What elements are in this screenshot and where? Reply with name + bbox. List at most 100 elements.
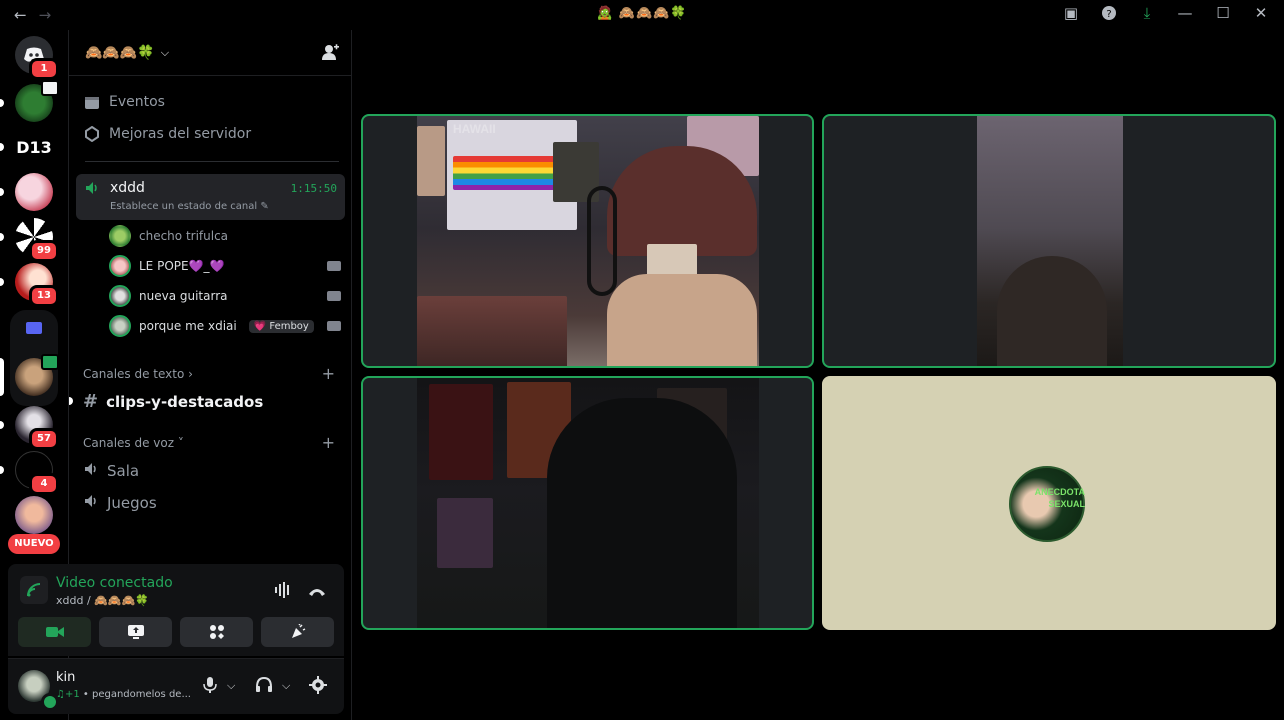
server-icon-red[interactable]: 13 xyxy=(0,263,59,307)
video-camera-icon xyxy=(45,627,64,637)
avatar xyxy=(109,255,131,277)
chevron-down-icon[interactable]: ⌵ xyxy=(227,679,235,693)
chevron-down-icon[interactable]: ⌵ xyxy=(282,679,290,693)
voice-user-name: porque me xdiai xyxy=(139,319,237,333)
noise-suppression-icon[interactable] xyxy=(274,582,292,602)
channel-status[interactable]: Establece un estado de canal ✎ xyxy=(110,201,269,212)
chevron-down-icon: ⌵ xyxy=(160,45,170,59)
microphone-icon[interactable] xyxy=(202,676,218,698)
hash-icon: # xyxy=(83,391,99,412)
camera-icon xyxy=(327,321,341,331)
server-icon-burst[interactable]: 99 xyxy=(0,218,59,262)
calendar-icon xyxy=(83,93,101,111)
add-channel-icon[interactable]: + xyxy=(322,364,335,383)
screenshare-icon xyxy=(127,625,144,639)
close-icon[interactable]: ✕ xyxy=(1252,4,1270,22)
svg-text:?: ? xyxy=(1106,9,1111,20)
help-icon[interactable]: ? xyxy=(1100,4,1118,22)
music-icon: ♫+1 xyxy=(56,689,80,700)
guild-header[interactable]: 🙈🙈🙈🍀 ⌵ xyxy=(69,30,351,76)
events-item[interactable]: Eventos xyxy=(83,93,165,111)
server-icon-dark[interactable]: 57 xyxy=(0,406,59,450)
person-face xyxy=(607,274,757,366)
events-label: Eventos xyxy=(109,94,165,110)
connection-channel[interactable]: xddd / 🙈🙈🙈🍀 xyxy=(56,594,149,607)
boost-icon xyxy=(83,125,101,143)
server-boost-item[interactable]: Mejoras del servidor xyxy=(83,125,251,143)
minimize-icon[interactable]: — xyxy=(1176,4,1194,22)
user-name: kin xyxy=(56,670,76,685)
video-tile[interactable]: HAWAII xyxy=(361,114,814,368)
video-tile[interactable] xyxy=(361,376,814,630)
server-badge: 13 xyxy=(29,285,59,307)
voice-user[interactable]: LE POPE💜_💜 xyxy=(109,255,343,277)
voice-user-name: checho trifulca xyxy=(139,229,229,243)
camera-icon xyxy=(327,261,341,271)
server-boost-label: Mejoras del servidor xyxy=(109,126,252,142)
category-text-channels[interactable]: Canales de texto › xyxy=(83,367,193,381)
server-icon-current[interactable] xyxy=(0,354,59,396)
active-pill xyxy=(0,358,4,396)
user-status: ♫+1 • pegandomelos de... xyxy=(56,689,191,700)
add-friend-icon[interactable] xyxy=(321,43,339,65)
camera-icon xyxy=(327,291,341,301)
soundboard-button[interactable] xyxy=(261,617,334,647)
server-badge: 57 xyxy=(29,428,59,450)
user-tag: 💗 Femboy xyxy=(248,319,314,333)
voice-channel-name: xddd xyxy=(110,180,145,196)
voice-user[interactable]: nueva guitarra xyxy=(109,285,228,307)
screenshare-button[interactable] xyxy=(99,617,172,647)
avatar-tile[interactable]: ANECDOTA SEXUAL xyxy=(822,376,1276,630)
user-avatar: ANECDOTA SEXUAL xyxy=(1009,466,1085,542)
voice-user[interactable]: porque me xdiai 💗 Femboy xyxy=(109,315,314,337)
add-channel-icon[interactable]: + xyxy=(322,433,335,452)
voice-channel-sala[interactable]: Sala xyxy=(83,461,139,481)
server-icon-weed[interactable] xyxy=(0,80,59,122)
server-icon-photo[interactable] xyxy=(15,496,53,534)
call-timer: 1:15:50 xyxy=(290,182,337,195)
voice-channel-xddd[interactable]: xddd 1:15:50 Establece un estado de cana… xyxy=(76,174,345,220)
inbox-icon[interactable]: ▣ xyxy=(1062,4,1080,22)
connection-signal-icon[interactable] xyxy=(20,576,48,604)
guild-name: 🙈🙈🙈🍀 xyxy=(85,44,155,61)
video-feed: HAWAII xyxy=(417,116,759,366)
wall-poster xyxy=(437,498,493,568)
divider xyxy=(85,161,339,162)
server-icon-d13[interactable]: D13 xyxy=(0,128,53,166)
unread-indicator xyxy=(69,397,73,405)
voice-channel-juegos[interactable]: Juegos xyxy=(83,493,157,513)
server-icon-script[interactable]: 4 xyxy=(0,451,59,495)
user-status-text: • pegandomelos de... xyxy=(82,689,191,700)
voice-activity-icon xyxy=(41,354,59,370)
voice-user[interactable]: checho trifulca xyxy=(109,225,228,247)
headphones-icon[interactable] xyxy=(255,676,273,698)
connection-status: Video conectado xyxy=(56,575,173,591)
wall-poster xyxy=(429,384,493,480)
person-hair xyxy=(997,256,1107,366)
disconnect-icon[interactable] xyxy=(308,582,326,601)
category-voice-channels[interactable]: Canales de voz ˅ xyxy=(83,436,184,450)
video-feed xyxy=(417,378,759,628)
camera-button[interactable] xyxy=(18,617,91,647)
unread-pill xyxy=(0,99,4,107)
user-panel: kin ♫+1 • pegandomelos de... ⌵ ⌵ xyxy=(8,658,344,714)
rtc-buttons xyxy=(18,617,334,647)
activities-button[interactable] xyxy=(180,617,253,647)
video-feed xyxy=(977,116,1123,366)
channel-clips-y-destacados[interactable]: # clips-y-destacados xyxy=(69,391,263,412)
server-icon-anime[interactable] xyxy=(0,173,53,211)
new-badge: NUEVO xyxy=(8,534,60,554)
home-button[interactable]: 1 xyxy=(15,36,59,80)
channel-name: Sala xyxy=(107,462,140,480)
folder-icon xyxy=(26,322,42,334)
download-icon[interactable]: ⤓ xyxy=(1138,4,1156,22)
voice-user-name: nueva guitarra xyxy=(139,289,228,303)
gear-icon[interactable] xyxy=(309,676,327,698)
headphones xyxy=(587,186,617,296)
video-tile[interactable] xyxy=(822,114,1276,368)
maximize-icon[interactable]: ☐ xyxy=(1214,4,1232,22)
poster-text: HAWAII xyxy=(453,122,496,136)
server-badge: 99 xyxy=(29,240,59,262)
soundboard-icon xyxy=(291,624,305,638)
speaker-icon xyxy=(83,493,99,513)
